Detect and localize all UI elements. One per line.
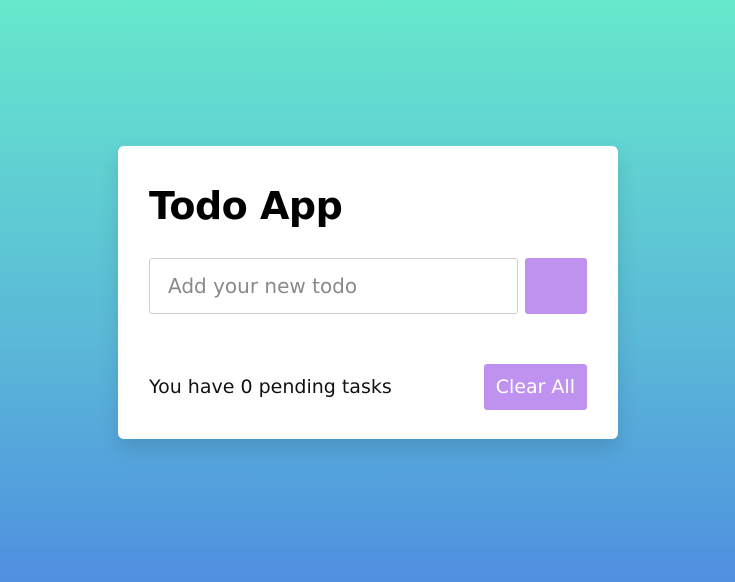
pending-count: 0 bbox=[240, 376, 253, 398]
pending-suffix: pending tasks bbox=[252, 376, 392, 398]
add-todo-button[interactable] bbox=[525, 258, 587, 314]
todo-card: Todo App You have 0 pending tasks Clear … bbox=[118, 146, 618, 439]
todo-input-row bbox=[149, 258, 587, 314]
todo-input[interactable] bbox=[149, 258, 518, 314]
todo-footer: You have 0 pending tasks Clear All bbox=[149, 364, 587, 410]
clear-all-button[interactable]: Clear All bbox=[483, 364, 587, 410]
pending-prefix: You have bbox=[149, 376, 241, 398]
page-title: Todo App bbox=[149, 184, 343, 228]
pending-tasks-text: You have 0 pending tasks bbox=[149, 376, 392, 398]
